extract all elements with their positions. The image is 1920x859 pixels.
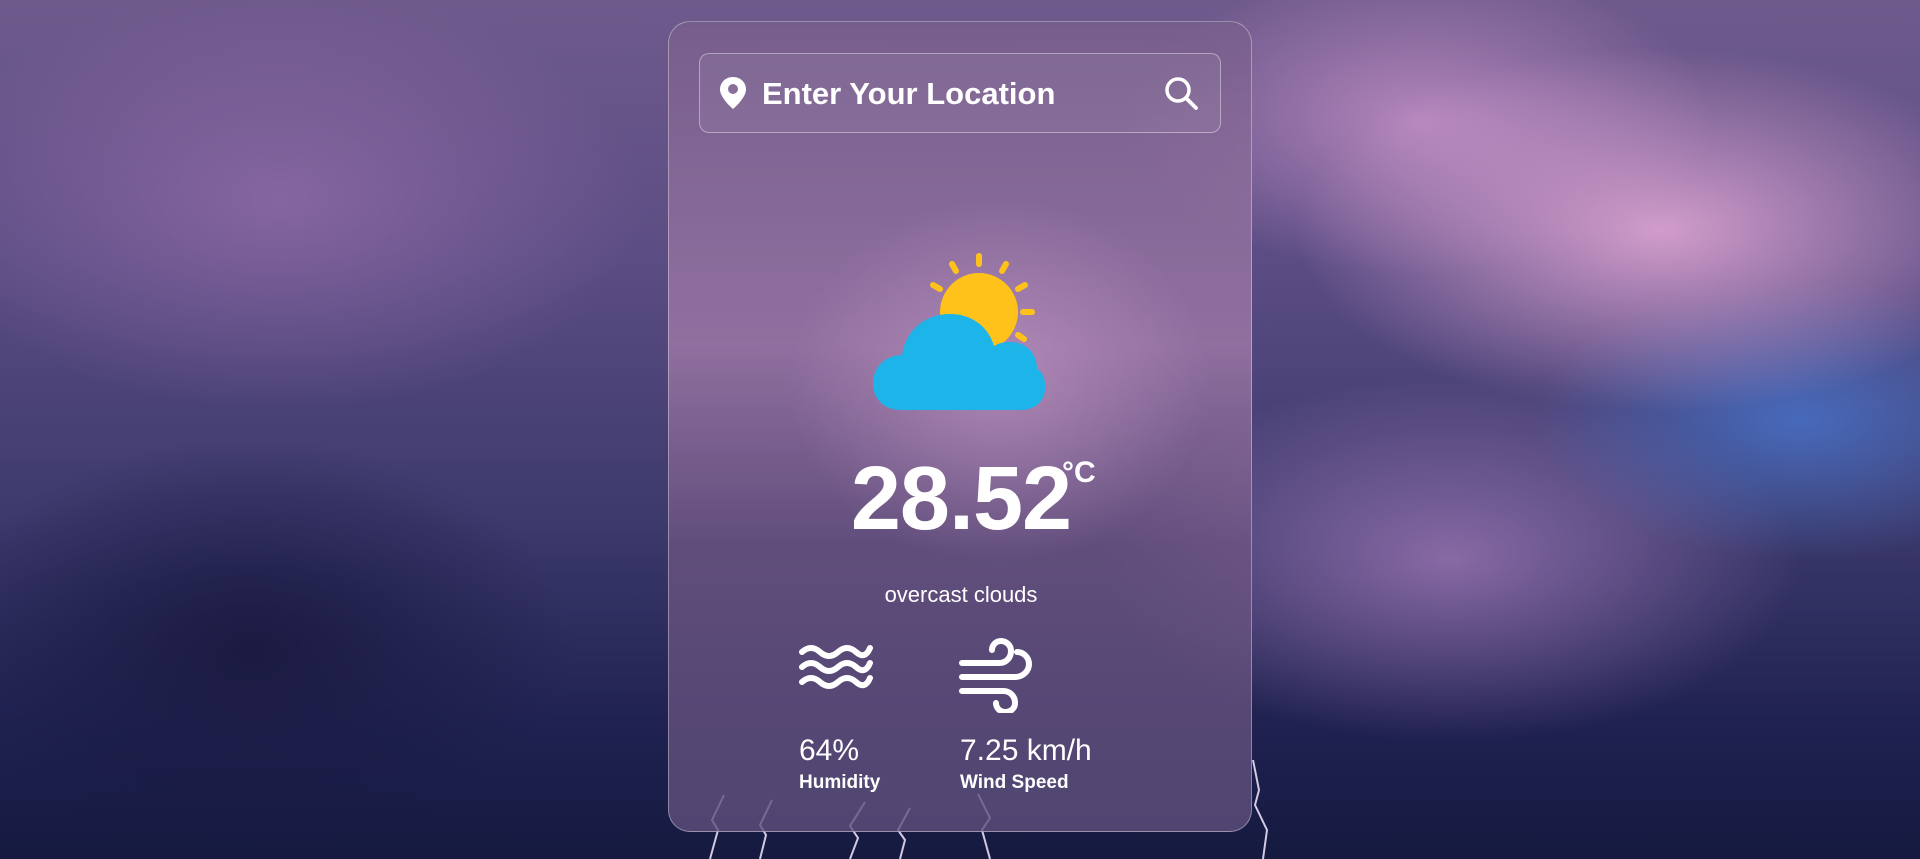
wind-value: 7.25 km/h (960, 734, 1092, 767)
humidity-label: Humidity (799, 772, 881, 793)
temperature-wrap: 28.52 (669, 454, 1253, 544)
search-box[interactable]: Enter Your Location (699, 53, 1221, 133)
humidity-value: 64% (799, 734, 860, 767)
temperature-value: 28.52 (850, 449, 1072, 549)
weather-description: overcast clouds (884, 582, 1038, 607)
wind-stat: 7.25 km/h Wind Speed (959, 637, 1092, 793)
temperature-unit: °C (1062, 456, 1096, 489)
humidity-stat: 64% Humidity (799, 642, 880, 793)
map-pin-icon (720, 77, 746, 109)
waves-icon (799, 645, 873, 689)
partly-cloudy-icon (873, 253, 1045, 410)
wind-label: Wind Speed (960, 772, 1069, 793)
search-input[interactable]: Enter Your Location (762, 76, 1055, 112)
weather-card: Enter Your Location 28.52 °C overcast cl… (668, 21, 1252, 832)
search-icon[interactable] (1162, 74, 1200, 112)
wind-icon (959, 637, 1033, 713)
